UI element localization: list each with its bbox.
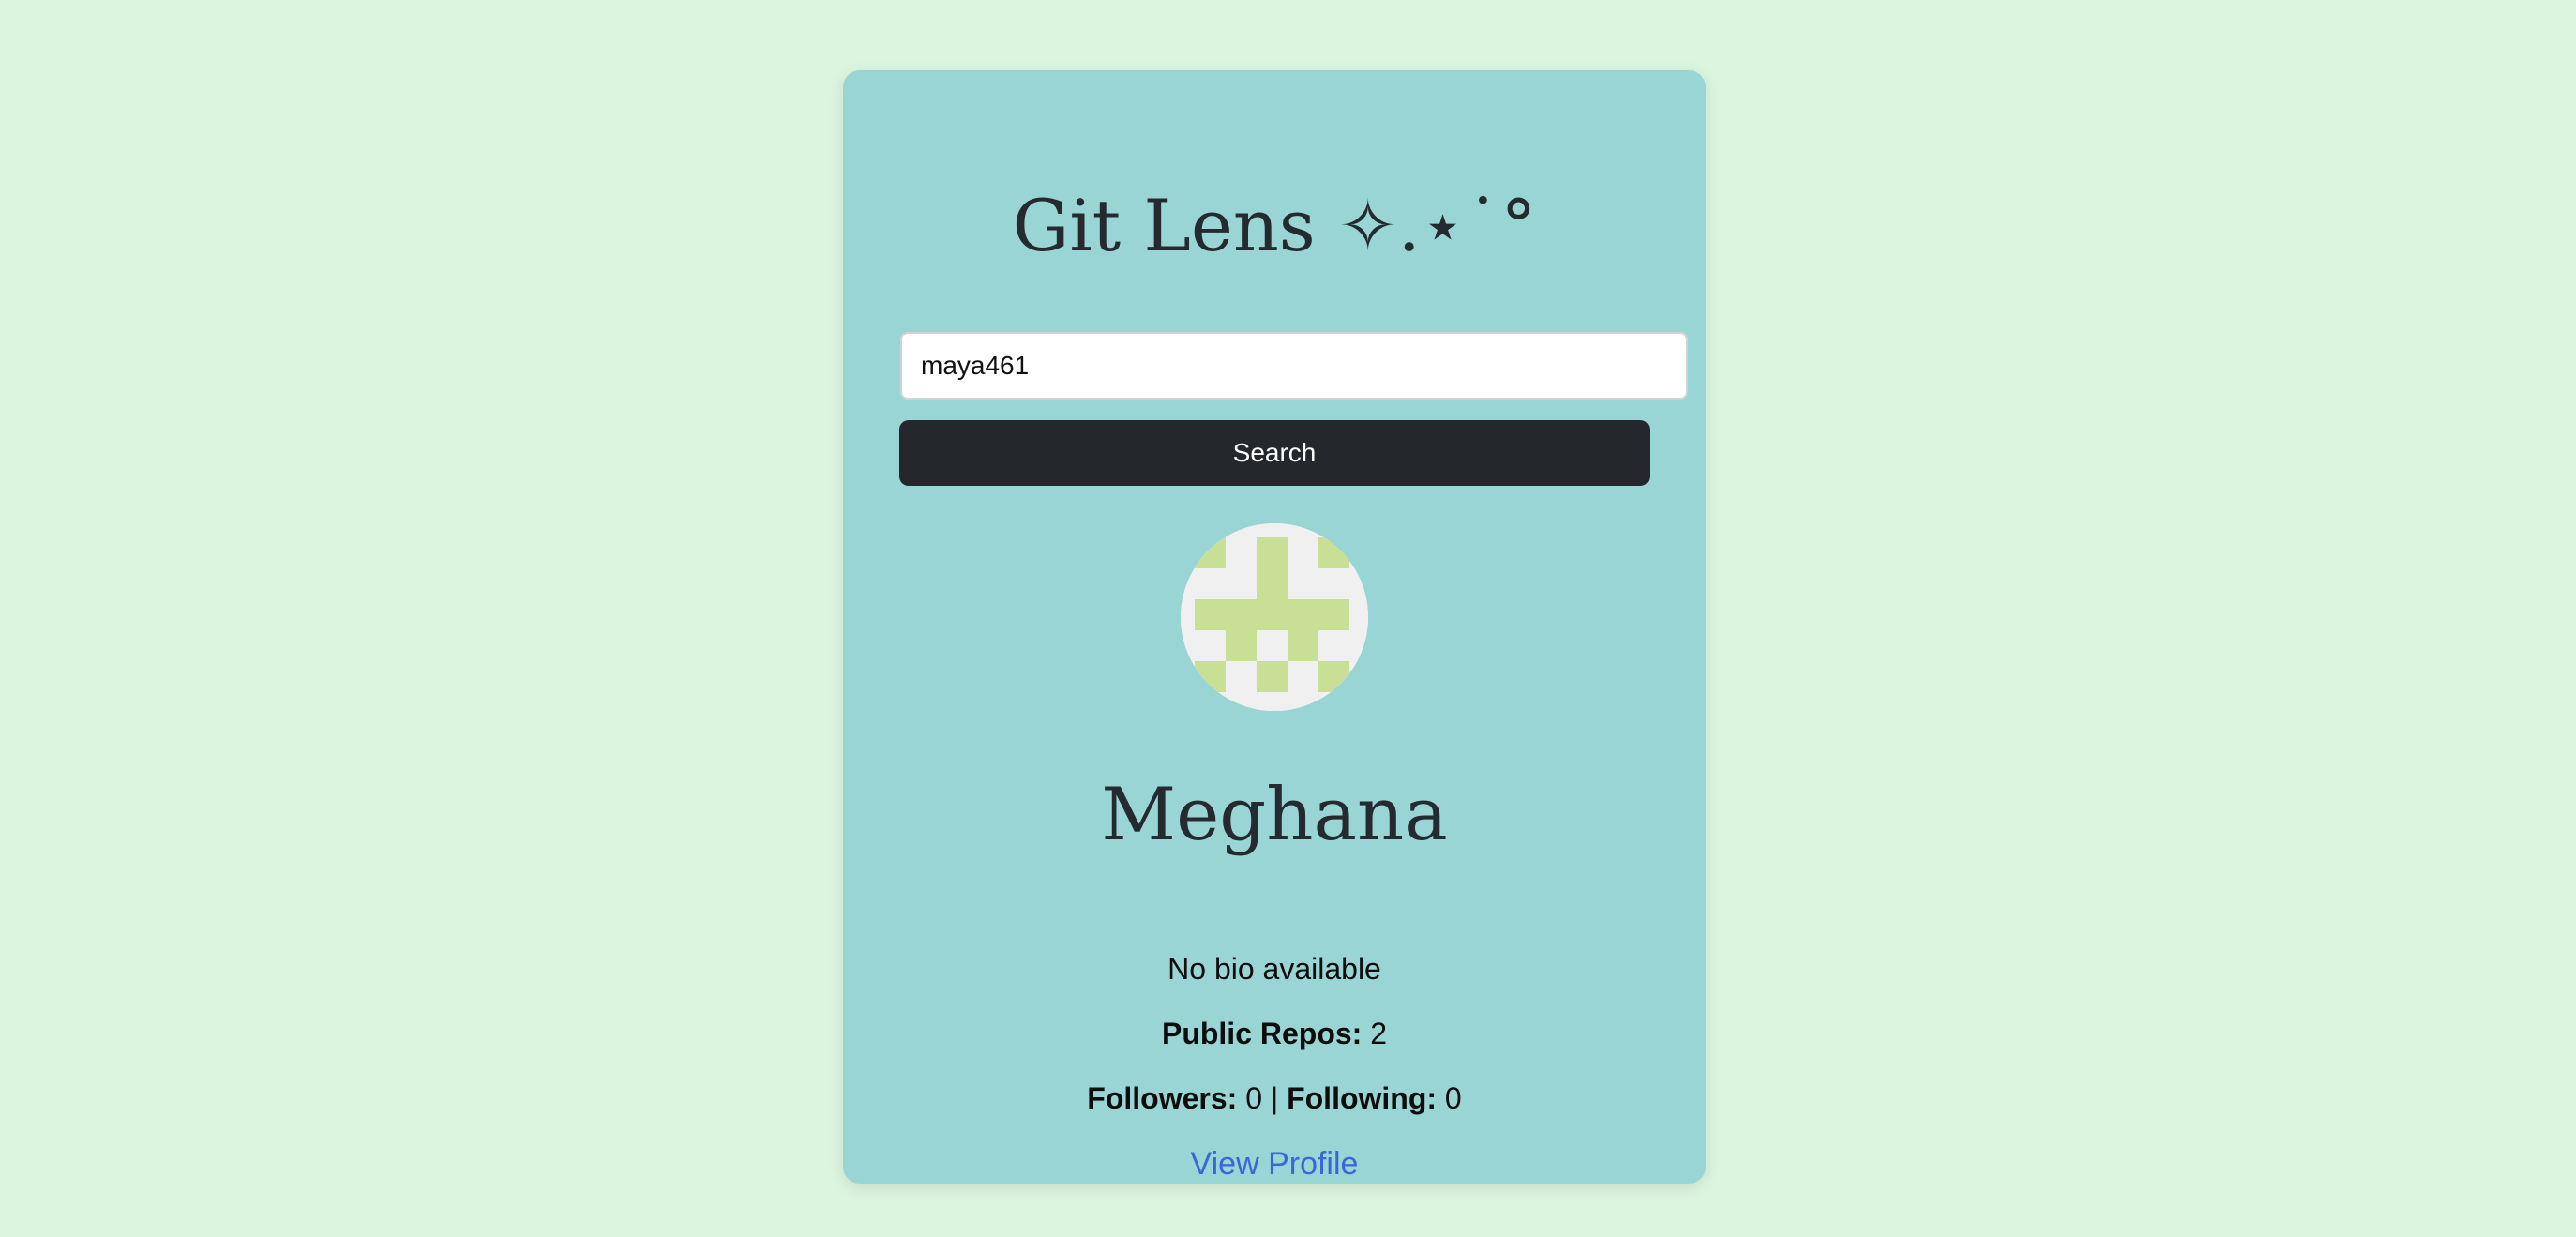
- avatar: [1181, 523, 1368, 711]
- search-button[interactable]: Search: [899, 420, 1650, 486]
- public-repos-value: 2: [1370, 1017, 1388, 1050]
- view-profile-link[interactable]: View Profile: [843, 1145, 1706, 1184]
- following-value: 0: [1444, 1081, 1462, 1115]
- following-label: Following:: [1287, 1081, 1438, 1115]
- stats-separator: |: [1270, 1081, 1279, 1115]
- followers-label: Followers:: [1087, 1081, 1238, 1115]
- app-title: Git Lens ✧.⋆˙°: [1012, 184, 1537, 267]
- profile-name: Meghana: [1101, 773, 1448, 857]
- public-repos-label: Public Repos:: [1161, 1017, 1363, 1050]
- followers-value: 0: [1245, 1081, 1262, 1115]
- identicon-image: [1181, 523, 1368, 711]
- public-repos-stat: Public Repos: 2: [843, 1016, 1706, 1051]
- profile-card: Git Lens ✧.⋆˙° Search Meghana No bio ava…: [843, 70, 1706, 1184]
- follow-stats: Followers: 0 | Following: 0: [843, 1080, 1706, 1116]
- username-search-input[interactable]: [900, 332, 1688, 400]
- profile-bio: No bio available: [1167, 952, 1381, 986]
